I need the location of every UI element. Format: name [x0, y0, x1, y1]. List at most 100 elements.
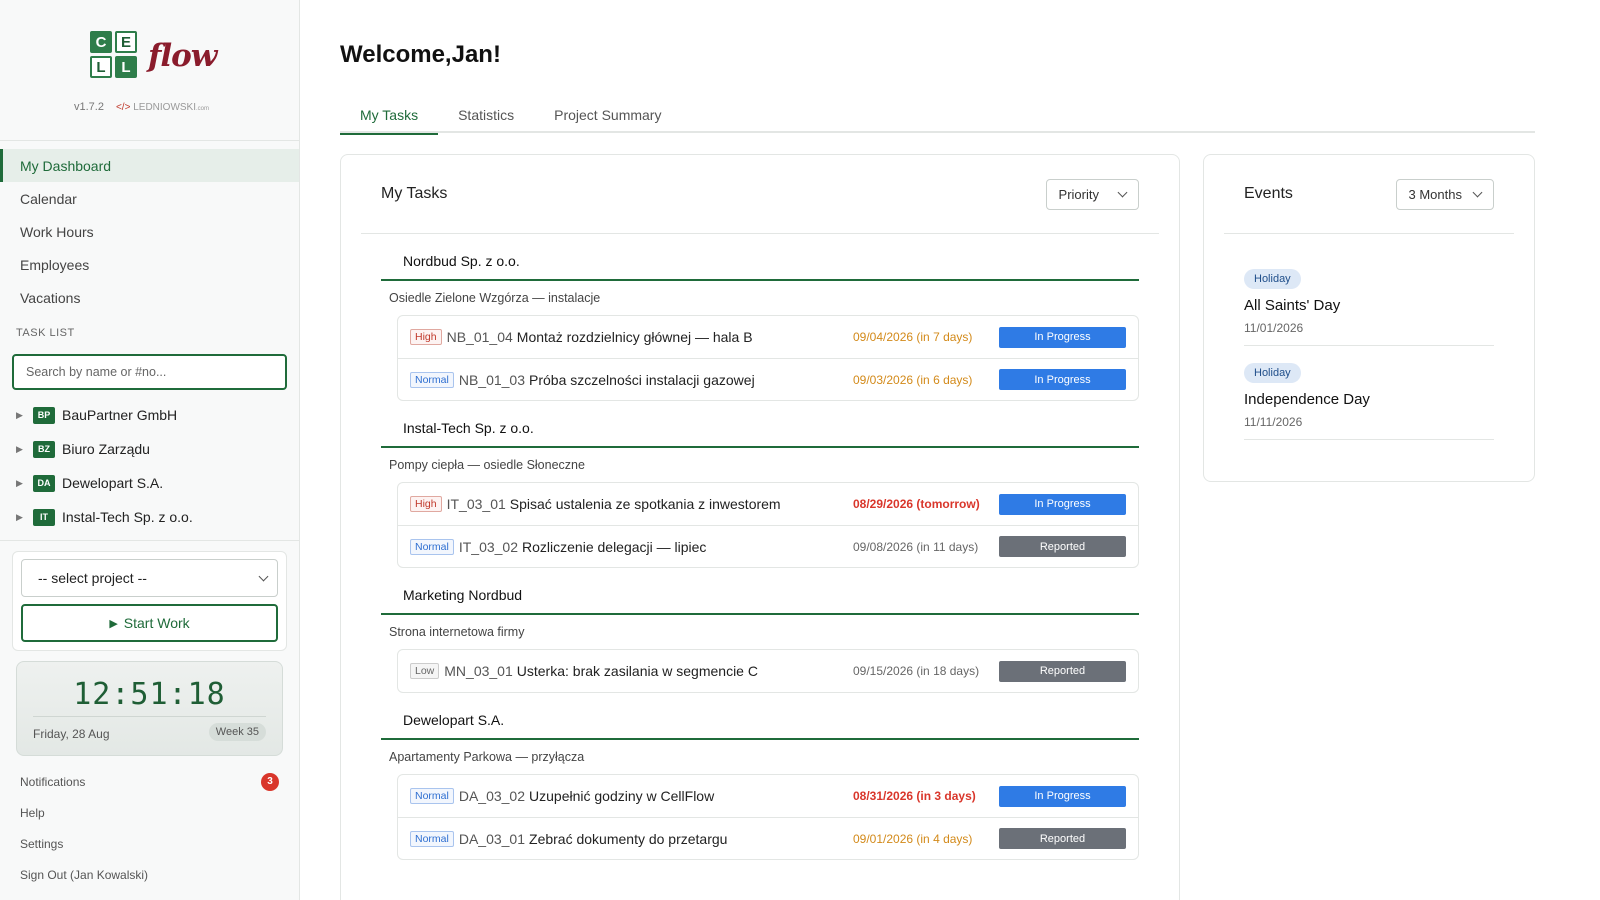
priority-badge: High	[410, 329, 442, 345]
logo-area: C E L L flow v1.7.2 </> LEDNIOWSKI.com	[0, 0, 299, 141]
group-client-name: Marketing Nordbud	[381, 568, 1139, 615]
logo-word: flow	[148, 38, 217, 74]
event-item[interactable]: Holiday Independence Day 11/11/2026	[1244, 346, 1494, 440]
task-name: Spisać ustalenia ze spotkania z inwestor…	[509, 496, 781, 512]
project-select-value: -- select project --	[38, 570, 147, 586]
task-name: Usterka: brak zasilania w segmencie C	[516, 663, 758, 679]
tab-statistics[interactable]: Statistics	[438, 96, 534, 133]
task-row[interactable]: High IT_03_01 Spisać ustalenia ze spotka…	[398, 483, 1138, 525]
task-row[interactable]: Normal NB_01_03 Próba szczelności instal…	[398, 358, 1138, 400]
task-code: DA_03_02	[458, 788, 526, 804]
page-title: Welcome,Jan!	[340, 41, 501, 68]
tree-item-instal-tech[interactable]: ▶ IT Instal-Tech Sp. z o.o.	[0, 500, 299, 534]
caret-right-icon[interactable]: ▶	[16, 512, 33, 523]
group-project-name: Pompy ciepła — osiedle Słoneczne	[389, 458, 585, 472]
events-card-header: Events 3 Months	[1224, 155, 1514, 234]
app-root: C E L L flow v1.7.2 </> LEDNIOWSKI.com M…	[0, 0, 1600, 900]
notifications-link[interactable]: Notifications 3	[0, 766, 299, 797]
task-row[interactable]: Normal DA_03_01 Zebrać dokumenty do prze…	[398, 817, 1138, 859]
nav-item-work-hours[interactable]: Work Hours	[0, 215, 299, 248]
chevron-down-icon	[1117, 187, 1128, 197]
task-code: MN_03_01	[444, 663, 513, 679]
main-nav: My Dashboard Calendar Work Hours Employe…	[0, 141, 299, 314]
start-work-label: Start Work	[123, 615, 190, 631]
task-list-label: TASK LIST	[16, 327, 75, 339]
event-title: Independence Day	[1244, 391, 1370, 408]
task-row[interactable]: Normal DA_03_02 Uzupełnić godziny w Cell…	[398, 775, 1138, 817]
project-select[interactable]: -- select project --	[21, 559, 278, 597]
my-tasks-card: My Tasks Priority Nordbud Sp. z o.o. Osi…	[340, 154, 1180, 900]
task-group: Dewelopart S.A. Apartamenty Parkowa — pr…	[381, 693, 1139, 860]
task-due-date: 09/08/2026 (in 11 days)	[853, 539, 979, 554]
task-name: Próba szczelności instalacji gazowej	[529, 371, 755, 388]
task-row[interactable]: Normal IT_03_02 Rozliczenie delegacji — …	[398, 525, 1138, 567]
task-group: Instal-Tech Sp. z o.o. Pompy ciepła — os…	[381, 401, 1139, 568]
client-name: Dewelopart S.A.	[62, 475, 164, 491]
status-badge[interactable]: Reported	[999, 660, 1126, 682]
start-work-button[interactable]: ▶ Start Work	[21, 604, 278, 642]
client-badge: DA	[33, 474, 55, 492]
sort-dropdown-value: Priority	[1058, 186, 1099, 202]
nav-item-calendar[interactable]: Calendar	[0, 182, 299, 215]
event-date: 11/01/2026	[1244, 321, 1304, 335]
task-due-date: 09/15/2026 (in 18 days)	[853, 664, 980, 678]
task-code: IT_03_01	[446, 496, 506, 512]
priority-badge: High	[410, 496, 442, 512]
task-list: Low MN_03_01 Usterka: brak zasilania w s…	[397, 649, 1139, 693]
event-type-badge: Holiday	[1244, 269, 1301, 289]
caret-right-icon[interactable]: ▶	[16, 478, 33, 489]
events-range-dropdown[interactable]: 3 Months	[1395, 178, 1494, 210]
notification-count-badge: 3	[261, 772, 279, 791]
task-due-date: 09/01/2026 (in 4 days)	[853, 831, 973, 846]
tree-item-biuro-zarzadu[interactable]: ▶ BZ Biuro Zarządu	[0, 432, 299, 466]
task-code: DA_03_01	[458, 830, 526, 847]
nav-item-my-dashboard[interactable]: My Dashboard	[0, 149, 299, 182]
app-meta: v1.7.2 </> LEDNIOWSKI.com	[74, 101, 209, 113]
status-badge[interactable]: In Progress	[999, 326, 1126, 348]
task-code: IT_03_02	[458, 538, 519, 555]
group-project-name: Apartamenty Parkowa — przyłącza	[389, 750, 585, 764]
status-badge[interactable]: In Progress	[999, 369, 1126, 390]
client-tree: ▶ BP BauPartner GmbH ▶ BZ Biuro Zarządu …	[0, 398, 299, 534]
tab-project-summary[interactable]: Project Summary	[534, 96, 681, 133]
tree-item-dewelopart[interactable]: ▶ DA Dewelopart S.A.	[0, 466, 299, 500]
logo-cell: E	[115, 31, 137, 53]
settings-link[interactable]: Settings	[0, 828, 299, 859]
client-name: Biuro Zarządu	[62, 441, 150, 457]
help-link[interactable]: Help	[0, 797, 299, 828]
task-row[interactable]: High NB_01_04 Montaż rozdzielnicy główne…	[398, 316, 1138, 358]
nav-item-vacations[interactable]: Vacations	[0, 281, 299, 314]
caret-right-icon[interactable]: ▶	[16, 410, 33, 421]
task-name: Rozliczenie delegacji — lipiec	[522, 538, 707, 555]
sort-dropdown[interactable]: Priority	[1045, 178, 1139, 210]
tree-item-baupartner[interactable]: ▶ BP BauPartner GmbH	[0, 398, 299, 432]
sidebar-footer: Notifications 3 Help Settings Sign Out (…	[0, 766, 299, 890]
priority-badge: Normal	[410, 371, 454, 388]
nav-item-employees[interactable]: Employees	[0, 248, 299, 281]
status-badge[interactable]: Reported	[999, 828, 1126, 849]
code-icon: </>	[115, 101, 131, 113]
tab-my-tasks[interactable]: My Tasks	[340, 96, 439, 135]
task-row[interactable]: Low MN_03_01 Usterka: brak zasilania w s…	[398, 650, 1138, 692]
sidebar-divider	[0, 540, 299, 541]
task-search-input[interactable]	[26, 365, 273, 379]
event-item[interactable]: Holiday All Saints' Day 11/01/2026	[1244, 252, 1494, 346]
task-search[interactable]	[12, 354, 287, 390]
task-due-date: 08/31/2026 (in 3 days)	[853, 789, 976, 803]
app-version: v1.7.2	[74, 101, 104, 113]
status-badge[interactable]: Reported	[999, 536, 1126, 557]
tasks-card-header: My Tasks Priority	[361, 155, 1159, 234]
priority-badge: Normal	[410, 830, 454, 847]
client-name: Instal-Tech Sp. z o.o.	[62, 509, 193, 525]
start-work-panel: -- select project -- ▶ Start Work	[12, 551, 287, 651]
caret-right-icon[interactable]: ▶	[16, 444, 33, 455]
status-badge[interactable]: In Progress	[999, 493, 1126, 515]
notifications-label: Notifications	[20, 774, 86, 789]
chevron-down-icon	[258, 571, 269, 581]
sidebar: C E L L flow v1.7.2 </> LEDNIOWSKI.com M…	[0, 0, 300, 900]
developer-brand[interactable]: </> LEDNIOWSKI.com	[116, 102, 209, 113]
status-badge[interactable]: In Progress	[999, 785, 1126, 807]
task-due-date: 08/29/2026 (tomorrow)	[853, 497, 980, 511]
sign-out-link[interactable]: Sign Out (Jan Kowalski)	[0, 859, 299, 890]
task-group: Nordbud Sp. z o.o. Osiedle Zielone Wzgór…	[381, 234, 1139, 401]
